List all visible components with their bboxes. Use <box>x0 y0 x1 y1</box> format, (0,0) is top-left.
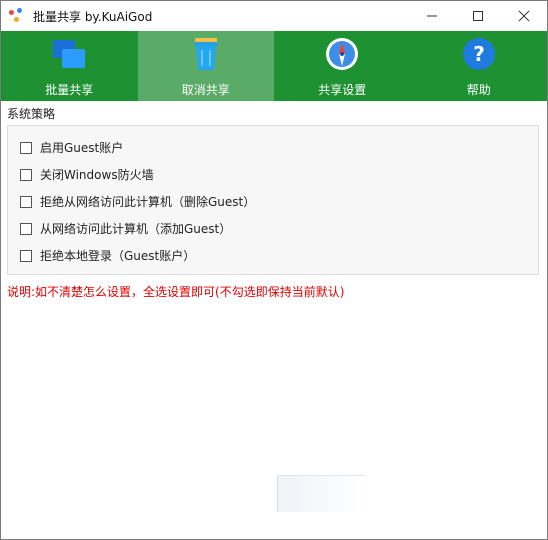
title-bar: 批量共享 by.KuAiGod <box>1 1 547 31</box>
settings-panel: 系统策略 启用Guest账户 关闭Windows防火墙 拒绝从网络访问此计算机（… <box>1 101 547 300</box>
minimize-icon <box>427 15 437 17</box>
policy-groupbox: 启用Guest账户 关闭Windows防火墙 拒绝从网络访问此计算机（删除Gue… <box>7 125 539 275</box>
toolbar-label: 批量共享 <box>45 83 94 97</box>
minimize-button[interactable] <box>409 1 455 31</box>
app-window: 批量共享 by.KuAiGod 批量共享 取消共享 共享设置 ? 帮助 系统策略… <box>0 0 548 540</box>
option-disable-firewall[interactable]: 关闭Windows防火墙 <box>8 161 538 188</box>
option-label: 关闭Windows防火墙 <box>40 168 154 182</box>
app-icon <box>9 8 25 24</box>
option-enable-guest[interactable]: 启用Guest账户 <box>8 134 538 161</box>
toolbar-help[interactable]: ? 帮助 <box>411 31 548 101</box>
toolbar-label: 帮助 <box>466 83 491 97</box>
checkbox[interactable] <box>20 249 32 262</box>
checkbox[interactable] <box>20 168 32 181</box>
option-deny-local-logon[interactable]: 拒绝本地登录（Guest账户） <box>8 242 538 269</box>
help-note: 说明:如不清楚怎么设置，全选设置即可(不勾选即保持当前默认) <box>7 285 345 299</box>
toolbar-batch-share[interactable]: 批量共享 <box>1 31 138 101</box>
window-title: 批量共享 by.KuAiGod <box>33 9 153 24</box>
close-button[interactable] <box>501 1 547 31</box>
help-icon: ? <box>462 38 495 70</box>
main-toolbar: 批量共享 取消共享 共享设置 ? 帮助 <box>1 31 547 101</box>
maximize-icon <box>473 11 483 21</box>
group-title: 系统策略 <box>7 107 56 121</box>
toolbar-cancel-share[interactable]: 取消共享 <box>137 31 274 101</box>
option-label: 从网络访问此计算机（添加Guest） <box>40 222 232 236</box>
close-icon <box>518 10 530 22</box>
toolbar-label: 取消共享 <box>181 83 230 97</box>
windows-logo-icon <box>53 40 86 68</box>
option-deny-network-access[interactable]: 拒绝从网络访问此计算机（删除Guest） <box>8 188 538 215</box>
toolbar-label: 共享设置 <box>318 83 367 97</box>
trash-bin-icon <box>193 38 218 70</box>
compass-icon <box>326 38 359 70</box>
maximize-button[interactable] <box>455 1 501 31</box>
option-allow-network-access[interactable]: 从网络访问此计算机（添加Guest） <box>8 215 538 242</box>
checkbox[interactable] <box>20 195 32 208</box>
option-label: 启用Guest账户 <box>40 141 124 155</box>
option-label: 拒绝本地登录（Guest账户） <box>40 249 196 263</box>
checkbox[interactable] <box>20 141 32 154</box>
toolbar-share-settings[interactable]: 共享设置 <box>274 31 411 101</box>
svg-text:?: ? <box>473 42 485 66</box>
faded-button-artifact <box>277 475 366 512</box>
option-label: 拒绝从网络访问此计算机（删除Guest） <box>40 195 256 209</box>
checkbox[interactable] <box>20 222 32 235</box>
